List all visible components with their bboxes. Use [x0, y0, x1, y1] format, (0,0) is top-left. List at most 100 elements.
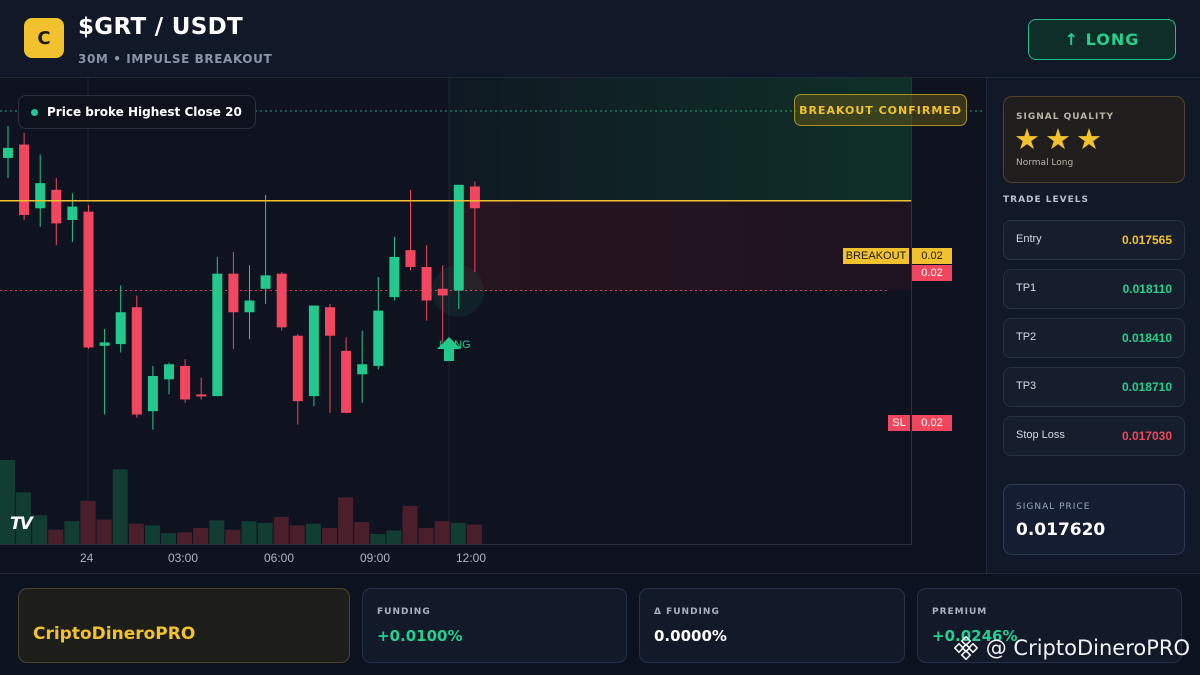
time-axis-label: 09:00 [360, 551, 391, 565]
candle-body [19, 144, 30, 215]
brand-card: CriptoDineroPRO [18, 588, 350, 663]
volume-bar [64, 521, 80, 545]
watermark: @ CriptoDineroPRO [953, 636, 1190, 660]
volume-bar [241, 521, 257, 545]
volume-bar [273, 516, 289, 545]
time-axis-label: 03:00 [168, 551, 199, 565]
candle-body [115, 312, 126, 345]
volume-bar [48, 529, 64, 545]
volume-bar [402, 505, 418, 545]
time-axis-label: 24 [80, 551, 94, 565]
bottom-stats-bar: CriptoDineroPRO FUNDING +0.0100% Δ FUNDI… [0, 573, 1200, 675]
level-name: Entry [1016, 233, 1042, 245]
candle-body [131, 307, 142, 415]
candle-body [469, 186, 480, 209]
volume-bar [338, 497, 354, 545]
candle-body [212, 273, 223, 397]
candle-body [292, 335, 303, 402]
level-row-tp3: TP3 0.018710 [1003, 367, 1185, 407]
price-chart[interactable]: Price broke Highest Close 20 BREAKOUT CO… [0, 78, 985, 573]
trade-levels-title: TRADE LEVELS [1003, 195, 1089, 205]
candle-body [51, 189, 62, 224]
signal-quality-card: SIGNAL QUALITY ★ ★ ★ Normal Long [1003, 96, 1185, 183]
brand-name: CriptoDineroPRO [33, 624, 196, 644]
volume-bar [96, 519, 112, 545]
binance-icon [953, 636, 978, 660]
candle-body [35, 183, 46, 209]
level-row-tp1: TP1 0.018110 [1003, 269, 1185, 309]
header: C $GRT / USDT 30M • IMPULSE BREAKOUT ↑ L… [0, 0, 1200, 78]
signal-quality-title: SIGNAL QUALITY [1016, 112, 1114, 122]
stop-loss-zone [449, 200, 911, 291]
candle-body [67, 206, 78, 221]
candle-body [357, 364, 368, 375]
funding-value: +0.0100% [377, 627, 463, 645]
candle-body [99, 342, 110, 346]
long-entry-marker: LONG [436, 336, 474, 361]
pair-subtitle: 30M • IMPULSE BREAKOUT [78, 52, 273, 66]
pair-title: $GRT / USDT [78, 14, 243, 40]
star-icon: ★ [1014, 122, 1040, 156]
level-value: 0.017030 [1121, 429, 1172, 443]
level-name: TP3 [1016, 380, 1037, 392]
volume-bar [225, 529, 241, 545]
candle-body [308, 305, 319, 397]
time-axis-label: 12:00 [456, 551, 487, 565]
level-value: 0.018110 [1122, 282, 1172, 296]
candle-body [3, 147, 13, 158]
volume-bar [450, 522, 466, 545]
candle-body [164, 364, 174, 380]
watermark-text: @ CriptoDineroPRO [985, 636, 1190, 660]
signal-price-title: SIGNAL PRICE [1016, 502, 1091, 512]
candle-body [325, 307, 335, 336]
volume-bar [434, 521, 450, 545]
delta-funding-label: Δ FUNDING [654, 607, 720, 617]
level-name: Stop Loss [1016, 429, 1065, 441]
level-name: TP1 [1016, 282, 1037, 294]
signal-price-card: SIGNAL PRICE 0.017620 [1003, 484, 1185, 555]
volume-bar [80, 500, 96, 545]
breakout-level-label: BREAKOUT [843, 248, 909, 264]
candle-body [196, 394, 207, 397]
stop-loss-value: 0.02 [912, 415, 952, 431]
price-note-text: Price broke Highest Close 20 [47, 105, 242, 119]
status-dot-icon [31, 108, 38, 116]
app-logo: C [24, 18, 64, 58]
volume-bar [466, 524, 482, 545]
volume-bar [144, 525, 160, 545]
time-axis-label: 06:00 [264, 551, 295, 565]
delta-funding-card: Δ FUNDING 0.0000% [639, 588, 905, 663]
breakout-confirmed-badge: BREAKOUT CONFIRMED [794, 94, 967, 126]
volume-bar [289, 525, 305, 545]
funding-label: FUNDING [377, 607, 431, 617]
candle-body [180, 365, 191, 400]
volume-bar [370, 533, 386, 545]
volume-bar [209, 520, 225, 545]
breakout-level-value: 0.02 [912, 248, 952, 264]
volume-bar [305, 523, 321, 545]
price-note-badge: Price broke Highest Close 20 [18, 95, 256, 129]
chart-canvas [0, 78, 985, 545]
volume-bar [193, 528, 209, 545]
candle-body [405, 250, 416, 267]
candle-body [373, 310, 384, 366]
star-icon: ★ [1045, 122, 1071, 156]
level-value: 0.018710 [1121, 380, 1172, 394]
candle-body [147, 375, 158, 412]
candle-body [421, 266, 432, 301]
level-value: 0.018410 [1121, 331, 1172, 345]
candle-body [437, 288, 448, 296]
volume-bar [257, 522, 273, 545]
candle-body [83, 211, 94, 348]
funding-card: FUNDING +0.0100% [362, 588, 627, 663]
long-direction-button[interactable]: ↑ LONG [1028, 19, 1176, 60]
volume-bar [112, 469, 128, 545]
signal-quality-subtitle: Normal Long [1016, 158, 1074, 168]
candle-body [389, 256, 400, 298]
candle-body [341, 350, 352, 413]
signal-price-value: 0.017620 [1016, 520, 1106, 540]
candle-body [228, 273, 239, 313]
stop-loss-label: SL [888, 415, 910, 431]
level-value: 0.017565 [1121, 233, 1172, 247]
premium-label: PREMIUM [932, 607, 988, 617]
